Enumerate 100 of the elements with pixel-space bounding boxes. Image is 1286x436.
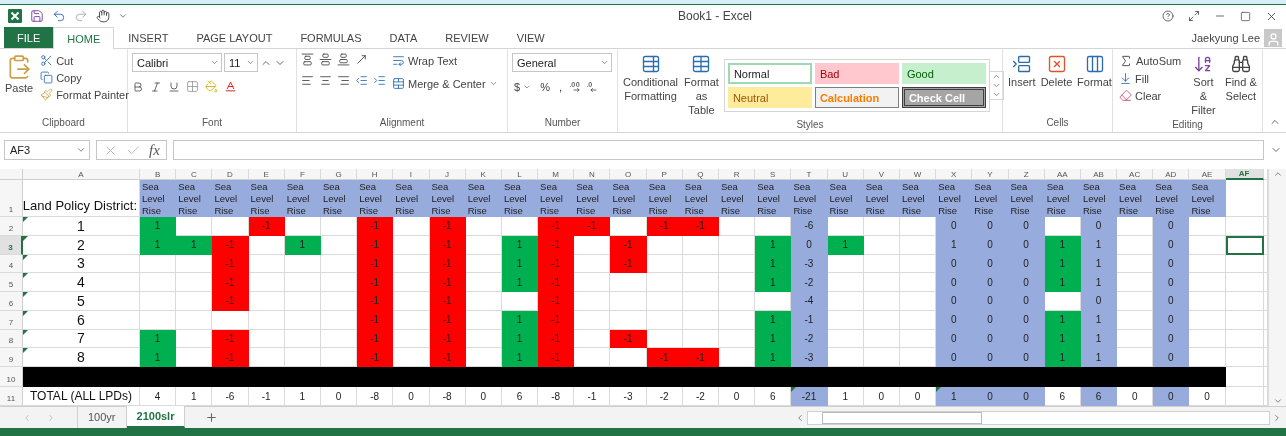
file-tab[interactable]: FILE — [4, 27, 54, 48]
column-header[interactable]: U — [827, 169, 864, 180]
column-header[interactable]: N — [574, 169, 611, 180]
column-header[interactable]: P — [646, 169, 683, 180]
sort-filter-button[interactable]: Sort & Filter — [1187, 53, 1220, 119]
currency-button[interactable]: $ — [512, 80, 534, 94]
merge-center-button[interactable]: Merge & Center — [390, 76, 500, 91]
column-header[interactable]: G — [320, 169, 358, 180]
column-header[interactable]: Q — [682, 169, 719, 180]
table-cell: 0 — [936, 217, 973, 236]
column-header[interactable]: X — [936, 169, 973, 180]
column-header[interactable]: H — [357, 169, 394, 180]
sheet-tab[interactable]: 2100slr — [126, 406, 186, 428]
group-label: Cells — [1045, 116, 1070, 130]
table-cell: 0 — [1080, 217, 1118, 236]
column-header[interactable]: K — [465, 169, 502, 180]
ribbon-tab[interactable]: REVIEW — [431, 27, 503, 48]
column-header[interactable]: O — [610, 169, 647, 180]
cell-style-option[interactable]: Good — [901, 63, 986, 85]
table-cell: 0 — [1008, 348, 1045, 367]
row-header[interactable]: 10 — [0, 367, 23, 387]
column-header[interactable]: M — [538, 169, 575, 180]
row-header[interactable]: 1 — [0, 180, 23, 217]
column-header[interactable]: S — [755, 169, 792, 180]
ribbon-tab[interactable]: INSERT — [114, 27, 183, 48]
column-header[interactable]: E — [248, 169, 285, 180]
column-header[interactable]: J — [429, 169, 466, 180]
group-label: Clipboard — [41, 116, 86, 130]
column-title: Sea Level Rise — [682, 180, 719, 217]
column-header[interactable]: D — [212, 169, 249, 180]
table-cell: -1 — [212, 348, 249, 367]
paste-button[interactable]: Paste — [4, 53, 35, 116]
table-cell: -1 — [538, 217, 575, 236]
insert-function-button[interactable]: fx — [149, 141, 160, 159]
autosum-button[interactable]: AutoSum — [1117, 53, 1184, 69]
comma-button[interactable]: , — [556, 80, 564, 94]
row-header[interactable]: 6 — [0, 292, 23, 311]
table-cell: 1 — [1044, 273, 1081, 292]
row-header[interactable]: 9 — [0, 348, 23, 367]
wrap-text-button[interactable]: Wrap Text — [390, 53, 500, 68]
column-title: Sea Level Rise — [465, 180, 502, 217]
cell-style-option[interactable]: Normal — [727, 63, 812, 85]
format-painter-button[interactable]: Format Painter — [38, 87, 131, 102]
column-header[interactable]: W — [899, 169, 937, 180]
number-format-field[interactable]: General — [512, 53, 612, 72]
table-cell: 0 — [1008, 387, 1045, 406]
cell-style-option[interactable]: Neutral — [727, 87, 812, 109]
column-header[interactable]: C — [176, 169, 213, 180]
table-cell: 1 — [501, 348, 539, 367]
format-button[interactable]: Format — [1076, 53, 1113, 116]
column-header[interactable]: I — [393, 169, 430, 180]
table-cell: 4 — [23, 273, 140, 292]
clear-button[interactable]: Clear — [1117, 88, 1184, 103]
user-name[interactable]: Jaekyung Lee — [1191, 31, 1260, 44]
column-title: Sea Level Rise — [719, 180, 756, 217]
ribbon-tab[interactable]: PAGE LAYOUT — [182, 27, 287, 48]
find-select-button[interactable]: Find & Select — [1223, 53, 1258, 119]
column-header[interactable]: A — [23, 169, 140, 180]
table-cell: 0 — [1153, 348, 1190, 367]
column-header[interactable]: AD — [1153, 169, 1190, 180]
column-header[interactable]: L — [501, 169, 539, 180]
ribbon-tab[interactable]: VIEW — [502, 27, 559, 48]
table-cell: 0 — [936, 273, 973, 292]
format-as-table-button[interactable]: Format as Table — [683, 53, 720, 119]
row-header[interactable]: 11 — [0, 387, 23, 406]
name-box[interactable]: AF3 — [4, 140, 90, 160]
row-header[interactable]: 2 — [0, 217, 23, 236]
column-header[interactable]: AF — [1225, 169, 1264, 180]
font-name-field[interactable]: Calibri — [132, 53, 222, 72]
row-header[interactable]: 5 — [0, 273, 23, 292]
fill-button[interactable]: Fill — [1117, 71, 1184, 86]
table-cell: 0 — [1153, 387, 1190, 406]
column-title: Sea Level Rise — [1153, 180, 1190, 217]
ribbon-tab[interactable]: FORMULAS — [286, 27, 376, 48]
table-cell: 1 — [1080, 348, 1118, 367]
column-header[interactable]: AE — [1189, 169, 1226, 180]
column-title: Sea Level Rise — [357, 180, 394, 217]
column-title: Sea Level Rise — [1080, 180, 1118, 217]
column-header[interactable]: B — [140, 169, 177, 180]
column-header[interactable]: T — [791, 169, 828, 180]
delete-button[interactable]: Delete — [1040, 53, 1073, 116]
conditional-formatting-button[interactable]: Conditional Formatting — [622, 53, 680, 119]
cell-style-option[interactable]: Bad — [814, 63, 899, 85]
font-size-field[interactable]: 11 — [224, 53, 258, 72]
column-header[interactable]: R — [719, 169, 756, 180]
table-cell: 1 — [755, 348, 792, 367]
table-cell: 1 — [140, 348, 177, 367]
column-header[interactable]: Z — [1008, 169, 1045, 180]
percent-button[interactable]: % — [538, 80, 552, 94]
column-header[interactable]: AA — [1044, 169, 1081, 180]
column-header[interactable]: F — [284, 169, 321, 180]
column-header[interactable]: Y — [972, 169, 1009, 180]
copy-button[interactable]: Copy — [38, 70, 131, 85]
ribbon-tab[interactable]: HOME — [53, 27, 115, 49]
table-cell: -1 — [682, 348, 719, 367]
table-cell: 1 — [1044, 348, 1081, 367]
ribbon-tab[interactable]: DATA — [375, 27, 432, 48]
cut-button[interactable]: Cut — [38, 53, 131, 68]
insert-button[interactable]: Insert — [1007, 53, 1037, 116]
column-header[interactable]: V — [863, 169, 900, 180]
